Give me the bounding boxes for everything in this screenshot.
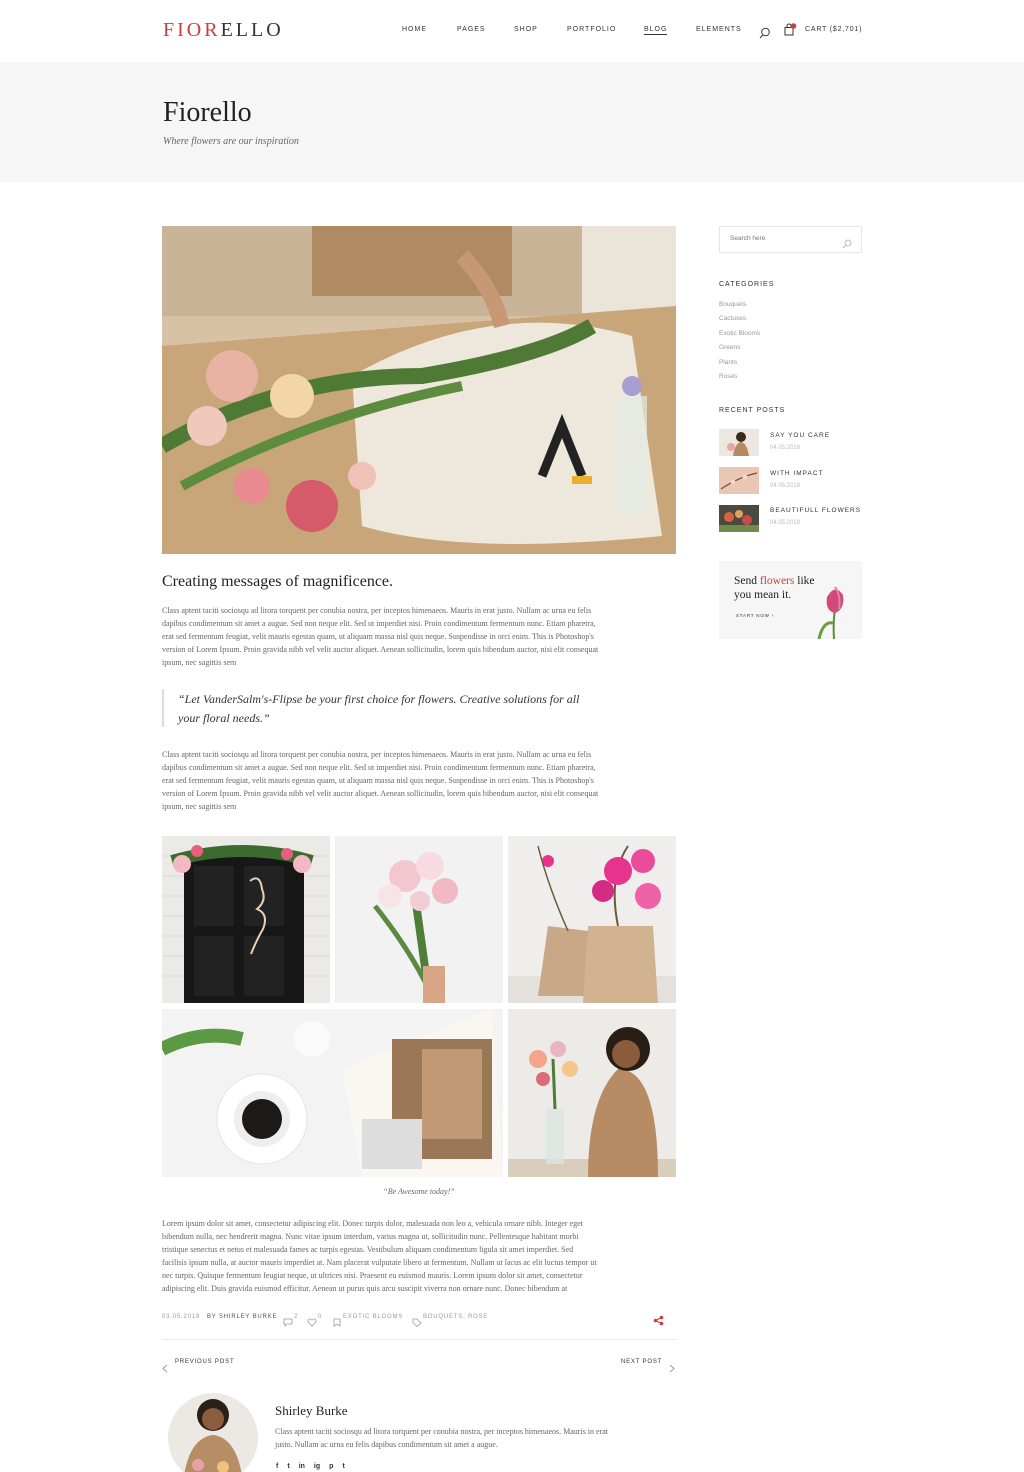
divider [162, 1339, 676, 1340]
previous-post-link[interactable]: PREVIOUS POST [175, 1359, 234, 1365]
like-count[interactable]: 0 [318, 1314, 322, 1320]
post-author-link[interactable]: BY SHIRLEY BURKE [207, 1314, 277, 1320]
pinterest-icon[interactable]: p [329, 1463, 333, 1470]
post-hero-image [162, 226, 676, 554]
promo-banner[interactable]: Send flowers like you mean it. START NOW… [719, 561, 862, 639]
nav-pages[interactable]: PAGES [457, 26, 486, 33]
recent-post-thumb-3[interactable] [719, 505, 759, 532]
gallery-image-coffee[interactable] [162, 1009, 503, 1177]
gallery-caption: “Be Awesome today!” [383, 1187, 455, 1196]
share-icon[interactable] [653, 1311, 664, 1330]
next-post-link[interactable]: NEXT POST [621, 1359, 662, 1365]
nav-home[interactable]: HOME [402, 26, 427, 33]
site-header [0, 0, 1024, 62]
recent-post-thumb-1[interactable] [719, 429, 759, 456]
gallery-image-door[interactable] [162, 836, 330, 1003]
post-paragraph-3: Lorem ipsum dolor sit amet, consectetur … [162, 1219, 597, 1293]
quote-bar [162, 689, 164, 727]
comment-count[interactable]: 2 [294, 1314, 298, 1320]
recent-post-title-2[interactable]: WITH IMPACT [770, 470, 824, 477]
heart-icon[interactable] [307, 1312, 317, 1331]
recent-post-title-3[interactable]: BEAUTIFULL FLOWERS [770, 507, 861, 514]
post-date: 03.05.2018 [162, 1314, 201, 1320]
category-greens[interactable]: Greens [719, 344, 740, 351]
promo-cta[interactable]: START NOW › [736, 613, 774, 618]
search-icon[interactable] [759, 24, 771, 43]
page-banner [0, 62, 1024, 182]
recent-post-date-2: 04.05.2018 [770, 483, 801, 489]
bag-icon[interactable] [783, 22, 797, 41]
post-tags[interactable]: BOUQUETS, ROSE [423, 1314, 488, 1320]
prev-arrow-icon[interactable] [162, 1358, 168, 1377]
next-arrow-icon[interactable] [669, 1358, 675, 1377]
category-exotic-blooms[interactable]: Exotic Blooms [719, 330, 760, 337]
promo-line-1: Send flowers like [734, 575, 815, 587]
gallery-image-bougainvillea[interactable] [508, 836, 676, 1003]
gallery-image-florist[interactable] [508, 1009, 676, 1177]
recent-post-title-1[interactable]: SAY YOU CARE [770, 432, 830, 439]
category-plants[interactable]: Plants [719, 359, 737, 366]
category-roses[interactable]: Roses [719, 373, 737, 380]
tulip-illustration [817, 586, 844, 639]
categories-title: CATEGORIES [719, 281, 775, 288]
tumblr-icon[interactable]: t [342, 1463, 344, 1470]
comment-icon[interactable] [283, 1312, 293, 1331]
cart-link[interactable]: CART ($2,701) [805, 26, 862, 33]
site-logo[interactable]: FIORELLO [163, 19, 284, 42]
post-paragraph-2: Class aptent taciti sociosqu ad litora t… [162, 750, 599, 811]
author-name: Shirley Burke [275, 1403, 348, 1418]
promo-line-2: you mean it. [734, 589, 792, 601]
tag-icon [412, 1312, 422, 1331]
nav-elements[interactable]: ELEMENTS [696, 26, 742, 33]
category-cactuses[interactable]: Cactuses [719, 315, 746, 322]
twitter-icon[interactable]: t [287, 1463, 289, 1470]
blockquote: “Let VanderSalm's-Flipse be your first c… [178, 692, 580, 725]
recent-post-date-1: 04.05.2018 [770, 445, 801, 451]
bookmark-icon [333, 1312, 341, 1331]
post-paragraph-1: Class aptent taciti sociosqu ad litora t… [162, 606, 599, 667]
recent-posts-title: RECENT POSTS [719, 407, 786, 414]
gallery-image-bouquet[interactable] [335, 836, 503, 1003]
facebook-icon[interactable]: f [276, 1463, 278, 1470]
author-bio: Class aptent taciti sociosqu ad litora t… [275, 1427, 609, 1449]
nav-shop[interactable]: SHOP [514, 26, 538, 33]
recent-post-thumb-2[interactable] [719, 467, 759, 494]
logo-rest: ELLO [220, 19, 284, 41]
search-icon[interactable] [842, 234, 852, 253]
search-input[interactable] [730, 235, 830, 242]
post-title: Creating messages of magnificence. [162, 573, 394, 590]
post-category-link[interactable]: EXOTIC BLOOMS [343, 1314, 403, 1320]
page-title: Fiorello [163, 97, 252, 128]
logo-accent: FIOR [163, 19, 221, 41]
instagram-icon[interactable]: ig [314, 1463, 320, 1470]
sidebar-search [719, 226, 862, 253]
author-social: f t in ig p t [276, 1463, 345, 1470]
recent-post-date-3: 04.05.2018 [770, 520, 801, 526]
nav-blog[interactable]: BLOG [644, 26, 668, 35]
linkedin-icon[interactable]: in [299, 1463, 305, 1470]
category-bouquets[interactable]: Bouquets [719, 301, 746, 308]
page-subtitle: Where flowers are our inspiration [163, 136, 299, 147]
nav-portfolio[interactable]: PORTFOLIO [567, 26, 616, 33]
author-avatar [168, 1393, 258, 1472]
